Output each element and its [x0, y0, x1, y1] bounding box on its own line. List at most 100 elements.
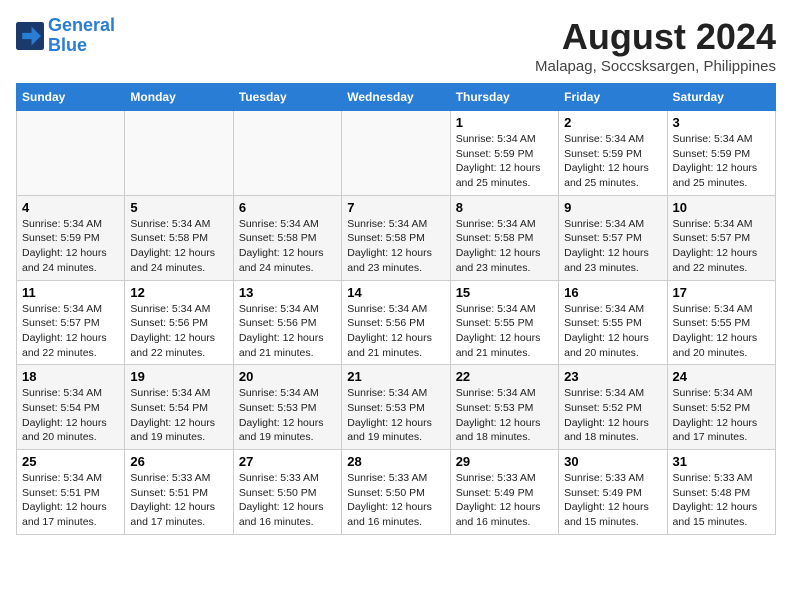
cell-info: Sunrise: 5:34 AM Sunset: 5:55 PM Dayligh…	[456, 302, 553, 361]
cell-info: Sunrise: 5:34 AM Sunset: 5:58 PM Dayligh…	[347, 217, 444, 276]
cell-info: Sunrise: 5:34 AM Sunset: 5:57 PM Dayligh…	[673, 217, 770, 276]
calendar-cell: 6Sunrise: 5:34 AM Sunset: 5:58 PM Daylig…	[233, 195, 341, 280]
calendar-cell: 9 Sunrise: 5:34 AM Sunset: 5:57 PM Daylig…	[559, 195, 667, 280]
calendar-cell: 12Sunrise: 5:34 AM Sunset: 5:56 PM Dayli…	[125, 280, 233, 365]
day-header-saturday: Saturday	[667, 84, 775, 111]
day-header-wednesday: Wednesday	[342, 84, 450, 111]
day-number: 2	[564, 115, 661, 130]
cell-info: Sunrise: 5:34 AM Sunset: 5:52 PM Dayligh…	[673, 386, 770, 445]
calendar-cell: 20 Sunrise: 5:34 AM Sunset: 5:53 PM Dayli…	[233, 365, 341, 450]
calendar-cell: 15 Sunrise: 5:34 AM Sunset: 5:55 PM Dayli…	[450, 280, 558, 365]
calendar-cell	[125, 111, 233, 196]
calendar-cell: 8Sunrise: 5:34 AM Sunset: 5:58 PM Daylig…	[450, 195, 558, 280]
day-number: 20	[239, 369, 336, 384]
cell-info: Sunrise: 5:34 AM Sunset: 5:53 PM Dayligh…	[456, 386, 553, 445]
day-number: 9	[564, 200, 661, 215]
title-area: August 2024 Malapag, Soccsksargen, Phili…	[535, 16, 776, 75]
cell-info: Sunrise: 5:34 AM Sunset: 5:53 PM Dayligh…	[239, 386, 336, 445]
cell-info: Sunrise: 5:33 AM Sunset: 5:50 PM Dayligh…	[239, 471, 336, 530]
day-number: 7	[347, 200, 444, 215]
logo: General Blue	[16, 16, 115, 56]
day-number: 31	[673, 454, 770, 469]
calendar-cell: 3 Sunrise: 5:34 AM Sunset: 5:59 PM Daylig…	[667, 111, 775, 196]
cell-info: Sunrise: 5:33 AM Sunset: 5:49 PM Dayligh…	[456, 471, 553, 530]
day-header-friday: Friday	[559, 84, 667, 111]
calendar-cell: 11Sunrise: 5:34 AM Sunset: 5:57 PM Dayli…	[17, 280, 125, 365]
calendar-cell: 16 Sunrise: 5:34 AM Sunset: 5:55 PM Dayli…	[559, 280, 667, 365]
day-number: 4	[22, 200, 119, 215]
cell-info: Sunrise: 5:33 AM Sunset: 5:48 PM Dayligh…	[673, 471, 770, 530]
day-number: 17	[673, 285, 770, 300]
calendar-cell: 14 Sunrise: 5:34 AM Sunset: 5:56 PM Dayli…	[342, 280, 450, 365]
cell-info: Sunrise: 5:34 AM Sunset: 5:56 PM Dayligh…	[130, 302, 227, 361]
day-number: 24	[673, 369, 770, 384]
cell-info: Sunrise: 5:33 AM Sunset: 5:50 PM Dayligh…	[347, 471, 444, 530]
day-header-monday: Monday	[125, 84, 233, 111]
calendar-cell: 27 Sunrise: 5:33 AM Sunset: 5:50 PM Dayli…	[233, 450, 341, 535]
cell-info: Sunrise: 5:34 AM Sunset: 5:54 PM Dayligh…	[22, 386, 119, 445]
day-number: 28	[347, 454, 444, 469]
calendar-cell: 24 Sunrise: 5:34 AM Sunset: 5:52 PM Dayli…	[667, 365, 775, 450]
day-number: 19	[130, 369, 227, 384]
calendar-cell: 5 Sunrise: 5:34 AM Sunset: 5:58 PM Daylig…	[125, 195, 233, 280]
calendar-cell: 4 Sunrise: 5:34 AM Sunset: 5:59 PM Daylig…	[17, 195, 125, 280]
day-header-thursday: Thursday	[450, 84, 558, 111]
day-number: 21	[347, 369, 444, 384]
calendar-table: SundayMondayTuesdayWednesdayThursdayFrid…	[16, 83, 776, 535]
calendar-cell: 19 Sunrise: 5:34 AM Sunset: 5:54 PM Dayli…	[125, 365, 233, 450]
calendar-cell: 1 Sunrise: 5:34 AM Sunset: 5:59 PM Daylig…	[450, 111, 558, 196]
cell-info: Sunrise: 5:34 AM Sunset: 5:56 PM Dayligh…	[347, 302, 444, 361]
cell-info: Sunrise: 5:34 AM Sunset: 5:57 PM Dayligh…	[564, 217, 661, 276]
cell-info: Sunrise: 5:33 AM Sunset: 5:49 PM Dayligh…	[564, 471, 661, 530]
calendar-cell	[233, 111, 341, 196]
cell-info: Sunrise: 5:34 AM Sunset: 5:53 PM Dayligh…	[347, 386, 444, 445]
day-number: 23	[564, 369, 661, 384]
day-number: 11	[22, 285, 119, 300]
calendar-cell: 2Sunrise: 5:34 AM Sunset: 5:59 PM Daylig…	[559, 111, 667, 196]
calendar-cell: 28 Sunrise: 5:33 AM Sunset: 5:50 PM Dayli…	[342, 450, 450, 535]
day-number: 29	[456, 454, 553, 469]
cell-info: Sunrise: 5:34 AM Sunset: 5:55 PM Dayligh…	[564, 302, 661, 361]
day-number: 30	[564, 454, 661, 469]
calendar-cell	[17, 111, 125, 196]
calendar-cell: 10 Sunrise: 5:34 AM Sunset: 5:57 PM Dayli…	[667, 195, 775, 280]
calendar-cell: 25Sunrise: 5:34 AM Sunset: 5:51 PM Dayli…	[17, 450, 125, 535]
day-number: 16	[564, 285, 661, 300]
cell-info: Sunrise: 5:33 AM Sunset: 5:51 PM Dayligh…	[130, 471, 227, 530]
calendar-cell: 13Sunrise: 5:34 AM Sunset: 5:56 PM Dayli…	[233, 280, 341, 365]
cell-info: Sunrise: 5:34 AM Sunset: 5:52 PM Dayligh…	[564, 386, 661, 445]
cell-info: Sunrise: 5:34 AM Sunset: 5:59 PM Dayligh…	[456, 132, 553, 191]
day-number: 25	[22, 454, 119, 469]
location-title: Malapag, Soccsksargen, Philippines	[535, 58, 776, 75]
day-number: 1	[456, 115, 553, 130]
calendar-cell: 21 Sunrise: 5:34 AM Sunset: 5:53 PM Dayli…	[342, 365, 450, 450]
calendar-cell: 18 Sunrise: 5:34 AM Sunset: 5:54 PM Dayli…	[17, 365, 125, 450]
cell-info: Sunrise: 5:34 AM Sunset: 5:59 PM Dayligh…	[22, 217, 119, 276]
day-number: 3	[673, 115, 770, 130]
calendar-header: SundayMondayTuesdayWednesdayThursdayFrid…	[17, 84, 776, 111]
cell-info: Sunrise: 5:34 AM Sunset: 5:54 PM Dayligh…	[130, 386, 227, 445]
day-number: 13	[239, 285, 336, 300]
day-number: 10	[673, 200, 770, 215]
calendar-body: 1 Sunrise: 5:34 AM Sunset: 5:59 PM Daylig…	[17, 111, 776, 535]
page-header: General Blue August 2024 Malapag, Soccsk…	[16, 16, 776, 75]
calendar-cell: 7 Sunrise: 5:34 AM Sunset: 5:58 PM Daylig…	[342, 195, 450, 280]
day-number: 27	[239, 454, 336, 469]
day-number: 18	[22, 369, 119, 384]
day-number: 8	[456, 200, 553, 215]
cell-info: Sunrise: 5:34 AM Sunset: 5:55 PM Dayligh…	[673, 302, 770, 361]
day-number: 22	[456, 369, 553, 384]
calendar-cell: 23 Sunrise: 5:34 AM Sunset: 5:52 PM Dayli…	[559, 365, 667, 450]
day-number: 14	[347, 285, 444, 300]
day-number: 15	[456, 285, 553, 300]
cell-info: Sunrise: 5:34 AM Sunset: 5:59 PM Dayligh…	[673, 132, 770, 191]
calendar-cell: 26 Sunrise: 5:33 AM Sunset: 5:51 PM Dayli…	[125, 450, 233, 535]
day-number: 5	[130, 200, 227, 215]
day-header-tuesday: Tuesday	[233, 84, 341, 111]
day-number: 26	[130, 454, 227, 469]
logo-text: General Blue	[48, 16, 115, 56]
calendar-cell: 31 Sunrise: 5:33 AM Sunset: 5:48 PM Dayli…	[667, 450, 775, 535]
calendar-cell: 29 Sunrise: 5:33 AM Sunset: 5:49 PM Dayli…	[450, 450, 558, 535]
calendar-cell: 30 Sunrise: 5:33 AM Sunset: 5:49 PM Dayli…	[559, 450, 667, 535]
cell-info: Sunrise: 5:34 AM Sunset: 5:58 PM Dayligh…	[130, 217, 227, 276]
